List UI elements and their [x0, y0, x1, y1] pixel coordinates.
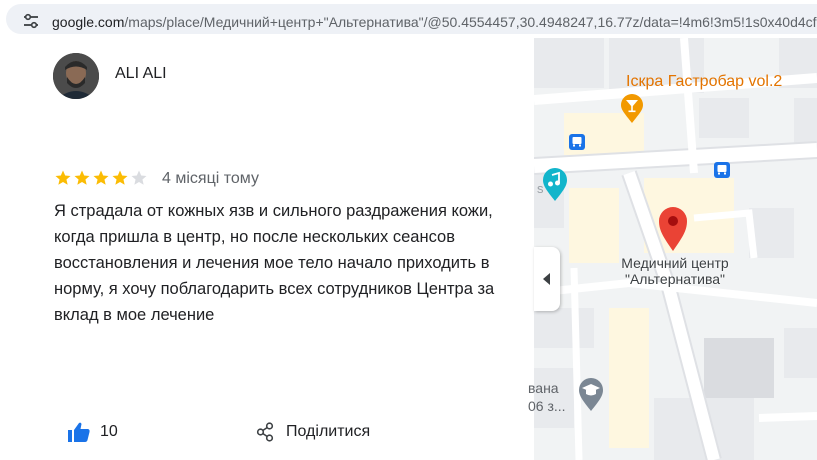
star-filled-icon — [112, 170, 128, 185]
chevron-left-icon — [543, 273, 550, 285]
thumbs-up-icon — [68, 422, 90, 442]
like-button[interactable]: 10 — [68, 422, 118, 442]
music-poi-icon[interactable] — [542, 168, 568, 202]
url-host: google.com — [52, 14, 125, 30]
share-label: Поділитися — [286, 423, 371, 440]
poi-label[interactable]: Іскра Гастробар vol.2 — [626, 73, 782, 91]
bar-poi-icon[interactable] — [620, 94, 644, 124]
map-label-fragment: s — [537, 181, 544, 196]
review-text: Я страдала от кожных язв и сильного разд… — [54, 202, 495, 324]
url-text[interactable]: google.com/maps/place/Медичний+центр+"Ал… — [52, 14, 817, 30]
reviewer-avatar[interactable] — [53, 53, 99, 99]
map-pin-icon[interactable] — [658, 206, 688, 252]
school-poi-icon[interactable] — [578, 378, 604, 412]
bus-stop-icon[interactable] — [714, 162, 730, 178]
tune-icon[interactable] — [22, 12, 40, 30]
map-label-fragment: вана — [528, 380, 559, 396]
collapse-panel-button[interactable] — [534, 247, 560, 311]
url-field[interactable]: google.com/maps/place/Медичний+центр+"Ал… — [6, 4, 817, 34]
review-age: 4 місяці тому — [162, 170, 259, 187]
avatar-image — [53, 53, 99, 99]
review-panel: ALI ALI 4 місяці тому Я страдала от кожн… — [0, 38, 534, 460]
star-empty-icon — [131, 170, 147, 185]
map-label-fragment: 06 з... — [528, 398, 566, 414]
share-icon — [256, 422, 274, 442]
place-label[interactable]: Медичний центр "Альтернатива" — [600, 255, 750, 287]
star-rating — [54, 169, 148, 189]
star-filled-icon — [55, 170, 71, 185]
address-bar: google.com/maps/place/Медичний+центр+"Ал… — [0, 0, 817, 38]
share-button[interactable]: Поділитися — [256, 422, 370, 442]
url-path: /maps/place/Медичний+центр+"Альтернатива… — [124, 14, 817, 30]
reviewer-name[interactable]: ALI ALI — [115, 65, 167, 83]
map-view[interactable] — [534, 38, 817, 460]
star-filled-icon — [93, 170, 109, 185]
like-count: 10 — [100, 423, 118, 440]
bus-stop-icon[interactable] — [569, 134, 585, 150]
star-filled-icon — [74, 170, 90, 185]
